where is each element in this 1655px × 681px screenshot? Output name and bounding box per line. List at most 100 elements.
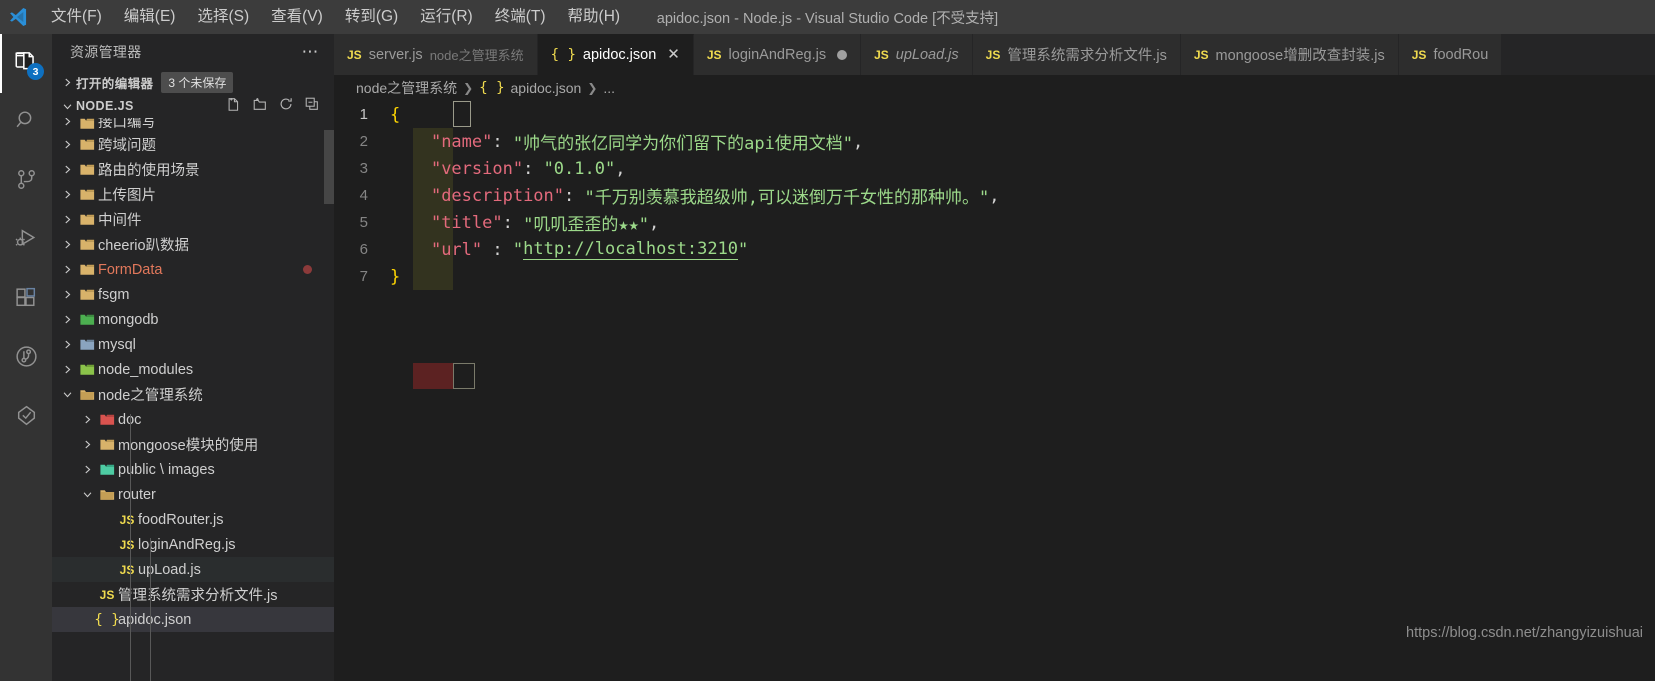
code-token: "帅气的张亿同学为你们留下的api使用文档" (512, 134, 854, 154)
chevron-right-icon[interactable] (58, 259, 76, 281)
tree-item-label: node_modules (98, 361, 194, 378)
collapse-all-icon[interactable] (304, 96, 320, 117)
js-file-icon: JS (985, 47, 1001, 62)
code-line-text: "version": "0.1.0", (390, 158, 626, 179)
tree-folder-row[interactable]: 路由的使用场景 (52, 157, 334, 182)
activity-run-debug[interactable] (0, 211, 52, 270)
code-token: : (564, 185, 585, 206)
js-file-icon: JS (119, 512, 135, 527)
refresh-icon[interactable] (278, 96, 294, 117)
activity-search[interactable] (0, 93, 52, 152)
activity-gitlens[interactable] (0, 329, 52, 388)
breadcrumb-item-more[interactable]: ... (603, 80, 615, 96)
tree-folder-row[interactable]: node_modules (52, 357, 334, 382)
code-token: "name" (430, 131, 493, 152)
tab-label: mongoose增删改查封装.js (1215, 48, 1385, 64)
tree-file-row[interactable]: JS loginAndReg.js (52, 532, 334, 557)
tree-folder-row[interactable]: node之管理系统 (52, 382, 334, 407)
activity-extensions[interactable] (0, 270, 52, 329)
chevron-right-icon[interactable] (78, 459, 96, 481)
tree-file-row[interactable]: { } apidoc.json (52, 607, 334, 632)
unsaved-dot-icon[interactable] (837, 49, 848, 60)
folder-icon (76, 186, 98, 203)
breadcrumb-item-folder[interactable]: node之管理系统 (356, 78, 457, 98)
tree-file-row[interactable]: JS upLoad.js (52, 557, 334, 582)
tree-folder-row[interactable]: FormData (52, 257, 334, 282)
chevron-right-icon[interactable] (58, 284, 76, 306)
menu-go[interactable]: 转到(G) (334, 5, 409, 29)
chevron-right-icon[interactable] (58, 118, 76, 132)
ellipsis-icon[interactable]: ⋯ (302, 43, 321, 60)
editor-tab[interactable]: JS server.js node之管理系统 (334, 34, 538, 75)
new-file-icon[interactable] (226, 96, 242, 117)
tree-folder-row[interactable]: mongoose模块的使用 (52, 432, 334, 457)
folder-mongodb-icon (76, 311, 98, 328)
activity-test-tree[interactable] (0, 388, 52, 447)
tree-item-label: public \ images (118, 461, 215, 478)
tree-folder-row[interactable]: doc (52, 407, 334, 432)
chevron-down-icon[interactable] (58, 384, 76, 406)
editor-tabs: JS server.js node之管理系统 { } apidoc.json ✕ JS log… (334, 34, 1655, 75)
chevron-right-icon[interactable] (58, 359, 76, 381)
menu-file[interactable]: 文件(F) (40, 5, 113, 29)
code-token: "title" (430, 212, 503, 233)
tree-folder-row[interactable]: fsgm (52, 282, 334, 307)
editor-tab[interactable]: { } apidoc.json ✕ (537, 34, 694, 75)
activity-explorer[interactable]: 3 (0, 34, 52, 93)
editor-tab[interactable]: JS upLoad.js (861, 34, 973, 75)
chevron-right-icon[interactable] (58, 159, 76, 181)
tree-folder-row[interactable]: mongodb (52, 307, 334, 332)
editor-tab[interactable]: JS mongoose增删改查封装.js (1180, 34, 1399, 75)
tree-folder-row[interactable]: cheerio趴数据 (52, 232, 334, 257)
folder-images-icon (96, 461, 118, 478)
editor-tab[interactable]: JS loginAndReg.js (693, 34, 862, 75)
js-file-icon: JS (347, 47, 362, 62)
sidebar-scrollbar[interactable] (324, 130, 334, 204)
chevron-right-icon[interactable] (58, 309, 76, 331)
editor-tab[interactable]: JS foodRou (1398, 34, 1503, 75)
editor-tab[interactable]: JS 管理系统需求分析文件.js (972, 34, 1181, 75)
tree-folder-row[interactable]: 中间件 (52, 207, 334, 232)
chevron-right-icon[interactable] (78, 409, 96, 431)
menu-terminal[interactable]: 终端(T) (484, 5, 557, 29)
line-number: 4 (359, 187, 368, 204)
tree-folder-row[interactable]: router (52, 482, 334, 507)
tree-item-label: router (118, 486, 156, 503)
code-line: 4 "description": "千万别羡慕我超级帅,可以迷倒万千女性的那种帅… (334, 182, 1655, 209)
code-token: , (989, 185, 1000, 206)
chevron-right-icon[interactable] (58, 209, 76, 231)
tree-item-label: fsgm (98, 286, 130, 303)
new-folder-icon[interactable] (252, 96, 268, 117)
json-file-icon: { } (550, 47, 576, 63)
tree-folder-row[interactable]: mysql (52, 332, 334, 357)
tree-file-row[interactable]: JS foodRouter.js (52, 507, 334, 532)
chevron-right-icon[interactable] (78, 434, 96, 456)
chevron-right-icon[interactable] (58, 134, 76, 156)
folder-doc-icon (96, 411, 118, 428)
breadcrumb-item-file[interactable]: apidoc.json (511, 80, 582, 96)
tree-file-row[interactable]: JS 管理系统需求分析文件.js (52, 582, 334, 607)
menu-edit[interactable]: 编辑(E) (113, 5, 187, 29)
tree-folder-row[interactable]: 跨域问题 (52, 132, 334, 157)
code-line: 5 "title": "叽叽歪歪的★★", (334, 209, 1655, 236)
code-editor[interactable]: 1{2 "name": "帅气的张亿同学为你们留下的api使用文档", 3 "ve… (334, 101, 1655, 681)
chevron-right-icon[interactable] (58, 184, 76, 206)
chevron-down-icon[interactable] (78, 484, 96, 506)
close-icon[interactable]: ✕ (667, 47, 680, 62)
tree-indent-guide (130, 414, 131, 681)
tree-folder-row[interactable]: public \ images (52, 457, 334, 482)
section-workspace[interactable]: NODE.JS (52, 94, 334, 118)
menu-view[interactable]: 查看(V) (260, 5, 334, 29)
section-open-editors[interactable]: 打开的编辑器 3 个未保存 (52, 70, 334, 94)
activity-source-control[interactable] (0, 152, 52, 211)
tree-folder-row[interactable]: 上传图片 (52, 182, 334, 207)
chevron-right-icon[interactable] (58, 334, 76, 356)
code-token: : (523, 158, 544, 179)
menu-run[interactable]: 运行(R) (409, 5, 484, 29)
menu-help[interactable]: 帮助(H) (557, 5, 632, 29)
menu-selection[interactable]: 选择(S) (186, 5, 260, 29)
chevron-right-icon[interactable] (58, 234, 76, 256)
tree-folder-row[interactable]: 接口编写 (52, 118, 334, 132)
